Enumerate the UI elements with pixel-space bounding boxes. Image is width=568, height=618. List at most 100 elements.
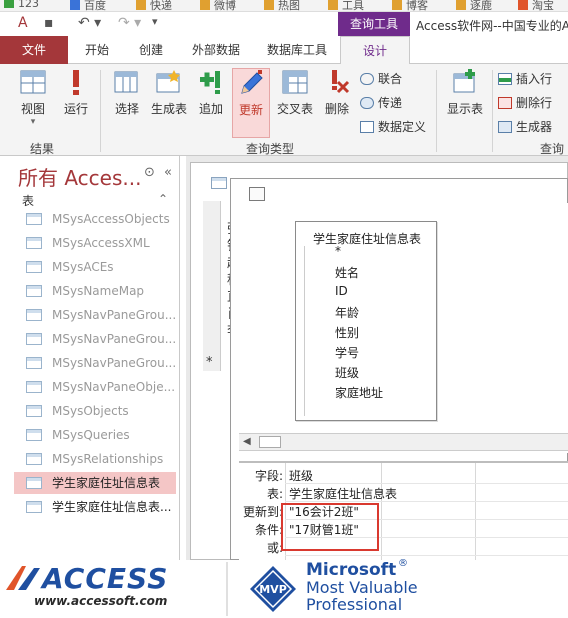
crosstab-icon: [282, 70, 308, 94]
nav-table-item[interactable]: MSysAccessXML: [14, 232, 176, 254]
nav-table-item[interactable]: MSysRelationships: [14, 448, 176, 470]
field-list-title: 学生家庭住址信息表: [312, 232, 421, 246]
nav-table-item-selected[interactable]: 学生家庭住址信息表: [14, 472, 176, 494]
window-title: Access软件网--中国专业的A: [416, 19, 568, 33]
field-list-item[interactable]: ID: [335, 284, 348, 298]
bookmark-item[interactable]: 快递: [136, 0, 172, 11]
union-query-button[interactable]: 联合: [360, 70, 402, 87]
query-window-icon[interactable]: [249, 187, 265, 201]
builder-button[interactable]: 生成器: [498, 118, 552, 135]
collapse-pane-icon[interactable]: «: [164, 165, 172, 180]
bookmark-item[interactable]: 热图: [264, 0, 300, 11]
nav-table-item[interactable]: MSysNameMap: [14, 280, 176, 302]
passthrough-query-button[interactable]: 传递: [360, 94, 402, 111]
nav-pane-title[interactable]: 所有 Acces...: [18, 162, 141, 191]
customize-qat-icon[interactable]: ▾: [152, 15, 158, 28]
field-list-item[interactable]: 性别: [335, 324, 359, 341]
bookmark-item[interactable]: 逐鹿: [456, 0, 492, 11]
query-design-grid: 字段: 表: 更新到: 条件: 或: 班级 学生家庭住址信息表 "16会计2班"…: [239, 461, 568, 563]
nav-section-tables[interactable]: 表: [22, 192, 34, 209]
query-design-window: 学生家庭住址信息表 * 姓名 ID 年龄 性别 学号 班级 家庭地址 ◀ 字段:…: [230, 178, 568, 563]
update-query-button[interactable]: 更新: [232, 68, 270, 138]
show-table-icon: [453, 69, 475, 93]
redo-icon[interactable]: ↷ ▾: [118, 15, 141, 31]
tab-create[interactable]: 创建: [128, 36, 174, 64]
nav-table-item[interactable]: MSysNavPaneGrou...: [14, 304, 176, 326]
navigation-pane: 所有 Acces... ⊙ « 表 ⌃ MSysAccessObjects MS…: [8, 156, 180, 560]
table-icon: [26, 357, 42, 369]
annotation-highlight-box: [281, 503, 379, 551]
nav-table-item[interactable]: MSysNavPaneGrou...: [14, 328, 176, 350]
nav-table-item[interactable]: MSysNavPaneGrou...: [14, 352, 176, 374]
banner-divider: [226, 562, 228, 616]
append-query-button[interactable]: 追加: [194, 68, 228, 117]
select-query-icon: [114, 71, 138, 93]
data-definition-query-button[interactable]: 数据定义: [360, 118, 426, 135]
table-icon: [26, 477, 42, 489]
table-icon: [26, 309, 42, 321]
access-app-icon: A: [18, 15, 28, 31]
table-icon[interactable]: [211, 177, 227, 189]
tab-file[interactable]: 文件: [0, 36, 68, 64]
bookmark-item[interactable]: 微博: [200, 0, 236, 11]
tab-external-data[interactable]: 外部数据: [184, 36, 248, 64]
nav-table-item[interactable]: MSysQueries: [14, 424, 176, 446]
select-query-button[interactable]: 选择: [110, 68, 144, 117]
bookmark-item[interactable]: 淘宝: [518, 0, 554, 11]
field-list-item[interactable]: 姓名: [335, 264, 359, 281]
pencil-icon: [241, 70, 263, 94]
show-table-button[interactable]: 显示表: [444, 68, 486, 117]
undo-icon[interactable]: ↶ ▾: [78, 15, 101, 31]
grid-divider: [381, 463, 382, 563]
bookmark-item[interactable]: 百度: [70, 0, 106, 11]
field-list-item[interactable]: 学号: [335, 344, 359, 361]
group-separator: [492, 70, 493, 152]
table-icon: [26, 285, 42, 297]
table-icon: [26, 381, 42, 393]
nav-table-item[interactable]: MSysNavPaneObje...: [14, 376, 176, 398]
run-button[interactable]: 运行: [58, 68, 94, 117]
bookmark-item[interactable]: 博客: [392, 0, 428, 11]
nav-table-item[interactable]: 学生家庭住址信息表...: [14, 496, 176, 518]
save-icon[interactable]: ▪: [44, 15, 54, 31]
insert-row-button[interactable]: 插入行: [498, 70, 552, 87]
mvp-badge-icon: MVP: [250, 566, 296, 612]
nav-menu-chevron-icon[interactable]: ⊙: [144, 165, 155, 180]
bookmark-item[interactable]: 123: [4, 0, 39, 10]
table-icon: [26, 453, 42, 465]
field-list-box[interactable]: 学生家庭住址信息表 * 姓名 ID 年龄 性别 学号 班级 家庭地址: [295, 221, 437, 421]
horizontal-scrollbar[interactable]: ◀: [239, 433, 568, 451]
grid-cell-field[interactable]: 班级: [289, 467, 313, 484]
tab-database-tools[interactable]: 数据库工具: [260, 36, 334, 64]
folder-icon: [328, 0, 338, 10]
folder-icon: [136, 0, 146, 10]
view-button[interactable]: 视图 ▾: [12, 68, 54, 127]
field-list-item[interactable]: *: [335, 244, 341, 258]
crosstab-query-button[interactable]: 交叉表: [274, 68, 316, 117]
field-list-item[interactable]: 年龄: [335, 304, 359, 321]
row-selector-column[interactable]: [203, 201, 221, 371]
make-table-query-button[interactable]: 生成表: [148, 68, 190, 117]
grid-cell-table[interactable]: 学生家庭住址信息表: [289, 485, 397, 502]
field-list-item[interactable]: 班级: [335, 364, 359, 381]
section-collapse-icon[interactable]: ⌃: [158, 192, 168, 206]
union-icon: [360, 73, 374, 85]
nav-table-item[interactable]: MSysACEs: [14, 256, 176, 278]
tab-design[interactable]: 设计: [340, 36, 410, 65]
bookmark-item[interactable]: 工具: [328, 0, 364, 11]
scroll-thumb[interactable]: [259, 436, 281, 448]
check-icon: [4, 0, 14, 8]
delete-query-button[interactable]: 删除: [320, 68, 354, 117]
field-list-item[interactable]: 家庭地址: [335, 384, 383, 401]
table-icon: [26, 333, 42, 345]
grid-label-update-to: 更新到:: [242, 505, 283, 519]
group-separator: [100, 70, 101, 152]
delete-row-button[interactable]: 删除行: [498, 94, 552, 111]
nav-table-item[interactable]: MSysAccessObjects: [14, 208, 176, 230]
field-list: * 姓名 ID 年龄 性别 学号 班级 家庭地址: [304, 244, 428, 416]
folder-icon: [200, 0, 210, 10]
nav-table-item[interactable]: MSysObjects: [14, 400, 176, 422]
folder-icon: [392, 0, 402, 10]
scroll-left-icon[interactable]: ◀: [243, 436, 251, 447]
tab-home[interactable]: 开始: [74, 36, 120, 64]
